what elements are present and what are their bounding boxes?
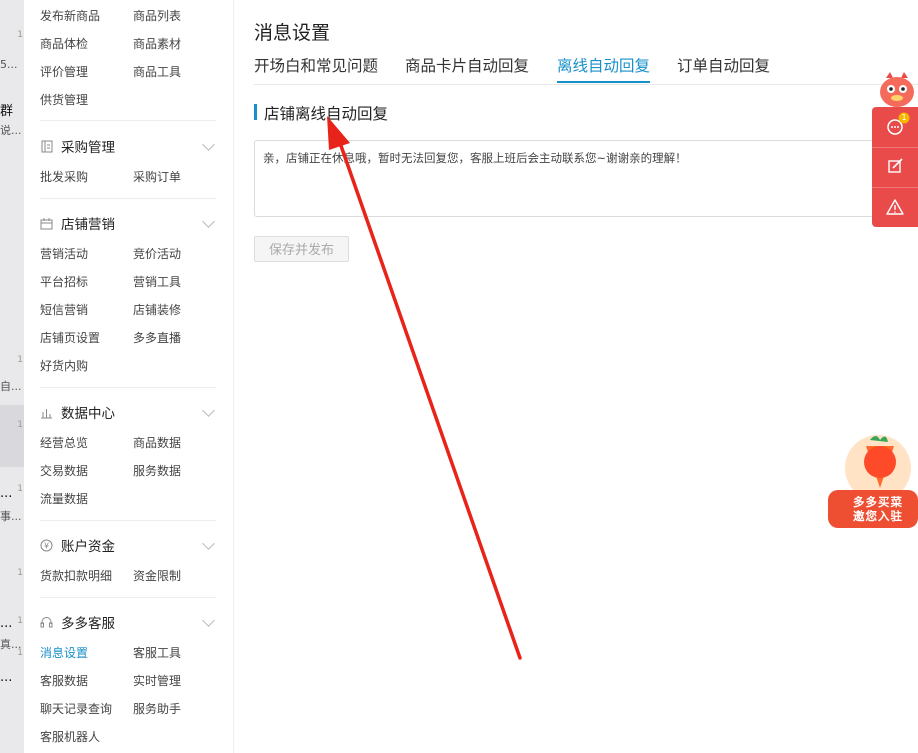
bar-chart-icon bbox=[40, 406, 53, 419]
edit-icon bbox=[888, 158, 903, 173]
background-text: 1 bbox=[17, 420, 23, 430]
background-text: 群 bbox=[0, 104, 14, 119]
chevron-down-icon[interactable] bbox=[202, 138, 215, 151]
sidebar-item-product-data[interactable]: 商品数据 bbox=[133, 434, 181, 451]
sidebar-item-purchase-orders[interactable]: 采购订单 bbox=[133, 168, 181, 185]
sidebar-item-platform-bidding[interactable]: 平台招标 bbox=[40, 273, 88, 290]
sidebar-divider bbox=[40, 597, 216, 598]
section-title: 数据中心 bbox=[61, 406, 115, 422]
chevron-down-icon[interactable] bbox=[202, 215, 215, 228]
sidebar-divider bbox=[40, 520, 216, 521]
sidebar-item-service-data-cs[interactable]: 客服数据 bbox=[40, 672, 88, 689]
chevron-down-icon[interactable] bbox=[202, 614, 215, 627]
section-title: 采购管理 bbox=[61, 140, 115, 156]
sidebar-item-business-overview[interactable]: 经营总览 bbox=[40, 434, 88, 451]
chat-button[interactable]: 1 bbox=[872, 107, 918, 145]
tab-order-auto-reply[interactable]: 订单自动回复 bbox=[677, 54, 770, 76]
chevron-down-icon[interactable] bbox=[202, 537, 215, 550]
background-text: 1 bbox=[17, 648, 23, 658]
background-text: ... bbox=[0, 486, 13, 501]
sidebar-item-product-tools[interactable]: 商品工具 bbox=[133, 63, 181, 80]
sidebar-divider bbox=[40, 387, 216, 388]
sidebar-item-transaction-data[interactable]: 交易数据 bbox=[40, 462, 88, 479]
promo-line-1: 多多买菜 bbox=[853, 495, 903, 509]
sidebar-item-traffic-data[interactable]: 流量数据 bbox=[40, 490, 88, 507]
sidebar-section-store-marketing[interactable]: 店铺营销 bbox=[40, 213, 115, 233]
sidebar-item-internal-purchase[interactable]: 好货内购 bbox=[40, 357, 88, 374]
sidebar-item-review-management[interactable]: 评价管理 bbox=[40, 63, 88, 80]
chat-icon bbox=[887, 112, 910, 135]
offline-reply-textarea[interactable]: 亲，店铺正在休息哦，暂时无法回复您，客服上班后会主动联系您~谢谢亲的理解！ bbox=[254, 140, 894, 217]
background-text: ... bbox=[0, 670, 13, 685]
background-window-edge: 5... 群 说... 1 1 自... 1 ... 事... 1 1 ... … bbox=[0, 0, 25, 753]
background-text: 事... bbox=[0, 510, 22, 523]
sidebar-item-store-page-settings[interactable]: 店铺页设置 bbox=[40, 329, 100, 346]
section-accent-bar bbox=[254, 104, 257, 120]
notification-badge: 1 bbox=[901, 113, 907, 122]
sidebar-item-supply-management[interactable]: 供货管理 bbox=[40, 91, 88, 108]
section-title: 店铺营销 bbox=[61, 217, 115, 233]
sidebar-item-service-robot[interactable]: 客服机器人 bbox=[40, 728, 100, 745]
sidebar-item-realtime-management[interactable]: 实时管理 bbox=[133, 672, 181, 689]
background-text: 自... bbox=[0, 380, 22, 393]
sidebar-item-service-data[interactable]: 服务数据 bbox=[133, 462, 181, 479]
sidebar-section-purchasing[interactable]: 采购管理 bbox=[40, 136, 115, 156]
sidebar-item-wholesale-purchase[interactable]: 批发采购 bbox=[40, 168, 88, 185]
save-publish-button[interactable]: 保存并发布 bbox=[254, 236, 349, 262]
sidebar-item-live-streaming[interactable]: 多多直播 bbox=[133, 329, 181, 346]
sidebar-section-account-funds[interactable]: ¥ 账户资金 bbox=[40, 535, 115, 555]
background-text: 5... bbox=[0, 58, 18, 71]
background-text: 1 bbox=[17, 484, 23, 494]
tab-greeting-faq[interactable]: 开场白和常见问题 bbox=[254, 54, 378, 76]
background-text: 1 bbox=[17, 616, 23, 626]
sidebar: 发布新商品 商品列表 商品体检 商品素材 评价管理 商品工具 供货管理 采购管理… bbox=[24, 0, 234, 753]
sidebar-section-customer-service[interactable]: 多多客服 bbox=[40, 612, 115, 632]
background-text: 1 bbox=[17, 355, 23, 365]
sidebar-item-marketing-tools[interactable]: 营销工具 bbox=[133, 273, 181, 290]
tab-product-card-reply[interactable]: 商品卡片自动回复 bbox=[405, 54, 529, 76]
edit-button[interactable] bbox=[872, 147, 918, 186]
sidebar-item-fund-restrictions[interactable]: 资金限制 bbox=[133, 567, 181, 584]
sidebar-item-bidding-activities[interactable]: 竞价活动 bbox=[133, 245, 181, 262]
sidebar-item-sms-marketing[interactable]: 短信营销 bbox=[40, 301, 88, 318]
background-text: 1 bbox=[17, 30, 23, 40]
page-title: 消息设置 bbox=[254, 22, 331, 44]
promo-line-2: 邀您入驻 bbox=[853, 509, 903, 523]
sidebar-item-message-settings[interactable]: 消息设置 bbox=[40, 644, 88, 661]
report-button[interactable] bbox=[872, 187, 918, 226]
document-icon bbox=[40, 140, 53, 153]
chevron-down-icon[interactable] bbox=[202, 404, 215, 417]
svg-text:¥: ¥ bbox=[44, 542, 49, 551]
sidebar-item-payment-deduction-details[interactable]: 货款扣款明细 bbox=[40, 567, 112, 584]
sidebar-item-service-tools[interactable]: 客服工具 bbox=[133, 644, 181, 661]
sidebar-item-marketing-activities[interactable]: 营销活动 bbox=[40, 245, 88, 262]
background-text: ... bbox=[0, 616, 13, 631]
sidebar-item-publish-product[interactable]: 发布新商品 bbox=[40, 7, 100, 24]
warning-icon bbox=[886, 199, 904, 215]
sidebar-item-chat-history[interactable]: 聊天记录查询 bbox=[40, 700, 112, 717]
tab-offline-auto-reply[interactable]: 离线自动回复 bbox=[557, 54, 651, 83]
calendar-icon bbox=[40, 217, 53, 230]
background-selected-row bbox=[0, 405, 24, 467]
sidebar-divider bbox=[40, 120, 216, 121]
promo-text[interactable]: 多多买菜 邀您入驻 bbox=[838, 495, 918, 523]
sidebar-item-product-check[interactable]: 商品体检 bbox=[40, 35, 88, 52]
headset-icon bbox=[40, 616, 53, 629]
sidebar-item-service-assistant[interactable]: 服务助手 bbox=[133, 700, 181, 717]
tab-bar: 开场白和常见问题 商品卡片自动回复 离线自动回复 订单自动回复 bbox=[254, 54, 918, 85]
sidebar-item-store-decoration[interactable]: 店铺装修 bbox=[133, 301, 181, 318]
sidebar-divider bbox=[40, 198, 216, 199]
section-title: 多多客服 bbox=[61, 616, 115, 632]
background-text: 1 bbox=[17, 568, 23, 578]
mascot-icon[interactable] bbox=[876, 70, 918, 110]
section-title: 店铺离线自动回复 bbox=[264, 105, 389, 123]
background-text: 说... bbox=[0, 124, 22, 137]
sidebar-item-product-assets[interactable]: 商品素材 bbox=[133, 35, 181, 52]
sidebar-section-data-center[interactable]: 数据中心 bbox=[40, 402, 115, 422]
yen-icon: ¥ bbox=[40, 539, 53, 552]
section-title: 账户资金 bbox=[61, 539, 115, 555]
floating-toolbar: 1 bbox=[872, 107, 918, 227]
sidebar-item-product-list[interactable]: 商品列表 bbox=[133, 7, 181, 24]
